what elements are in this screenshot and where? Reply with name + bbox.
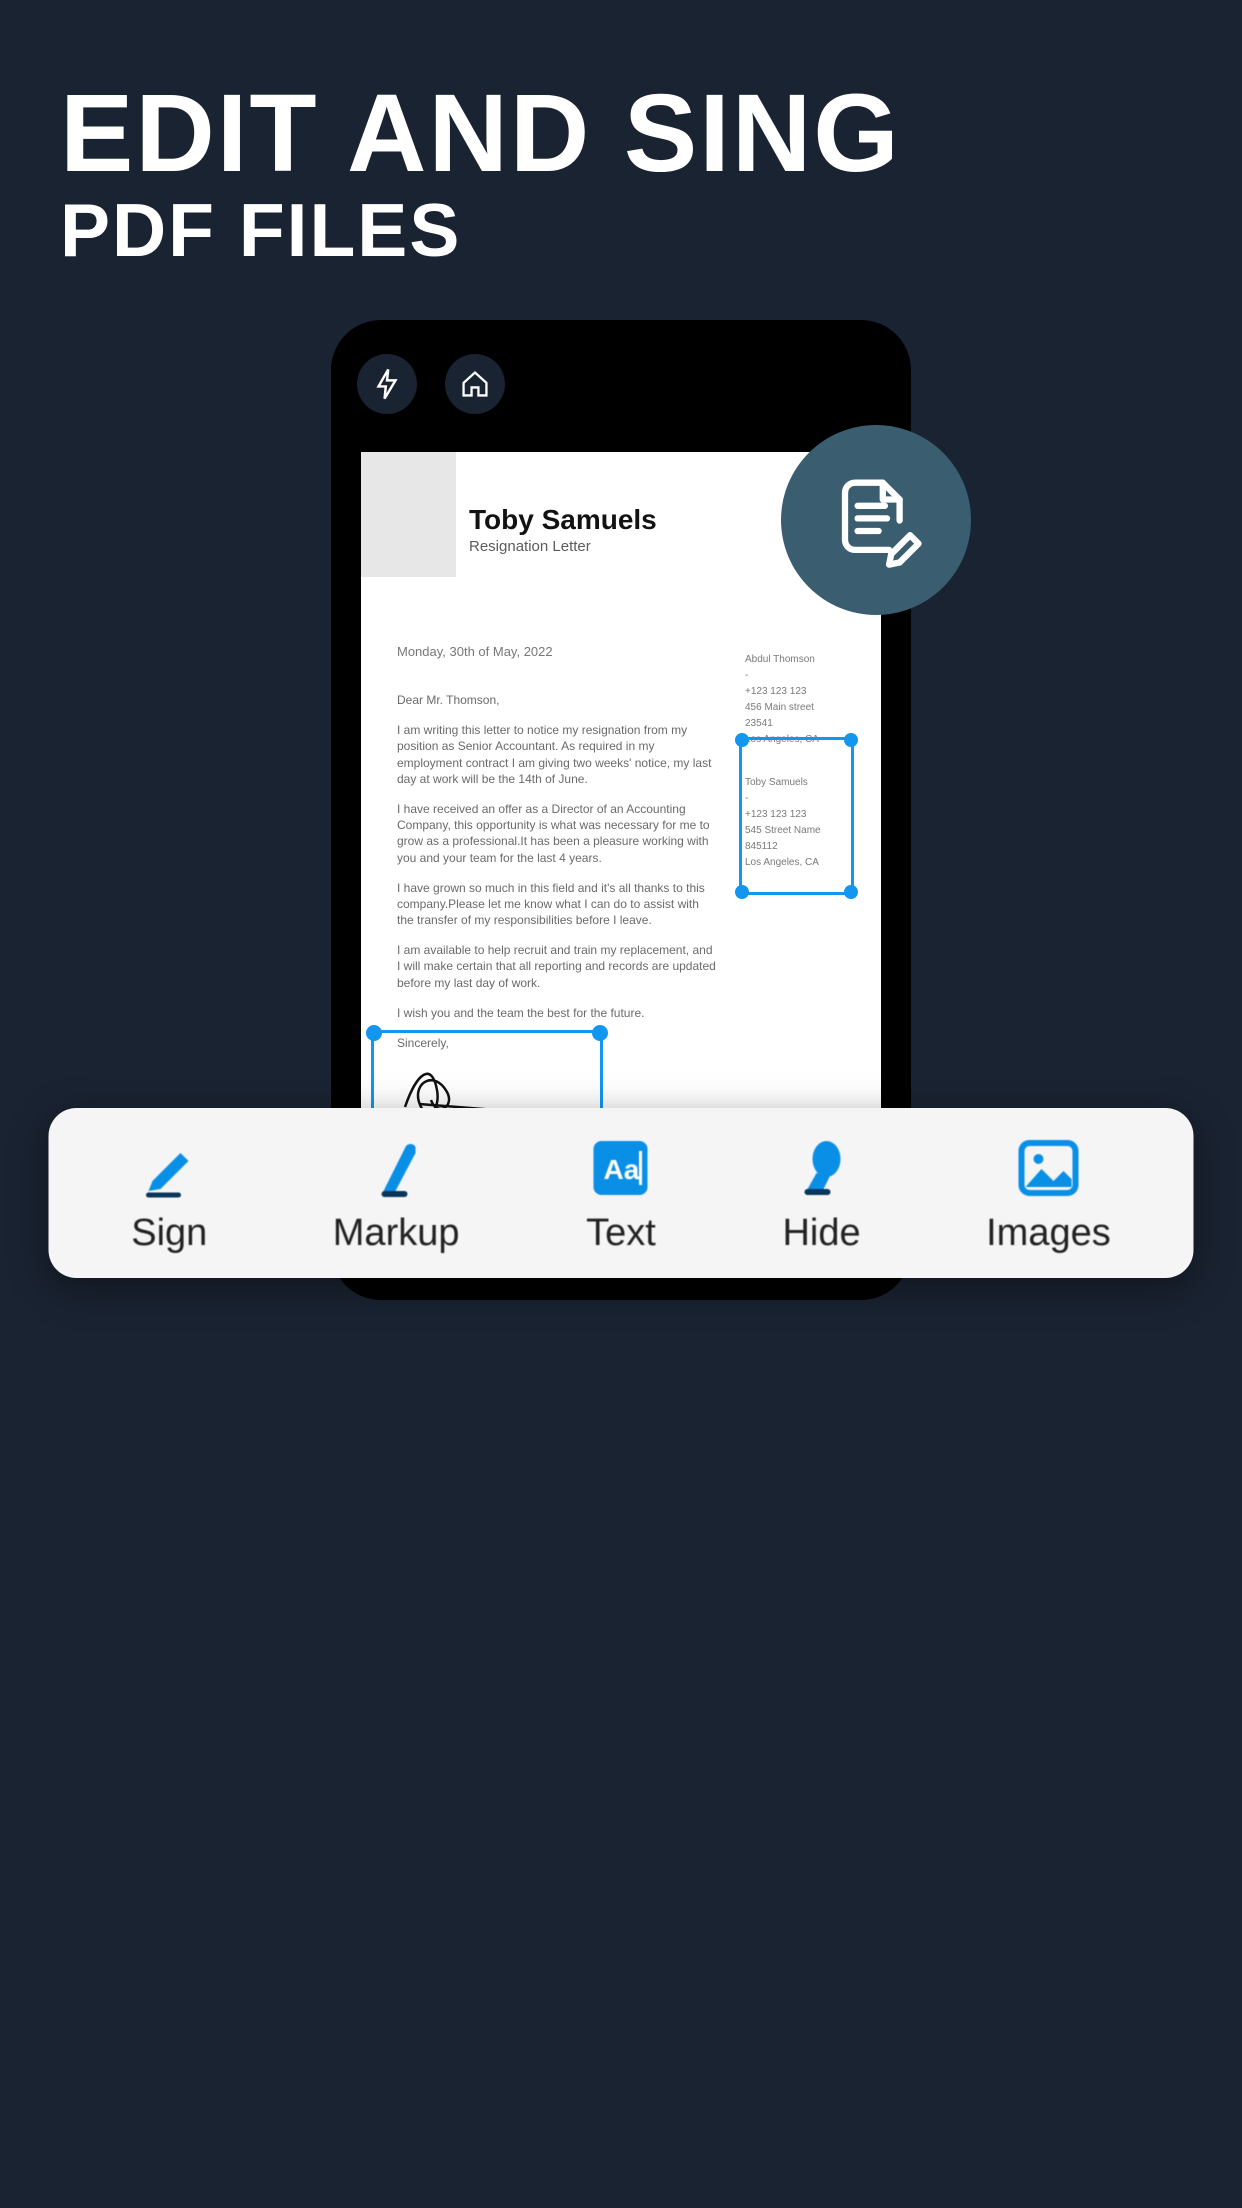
document-title: Toby Samuels [469,504,657,536]
flash-icon [372,367,402,401]
paragraph: I am writing this letter to notice my re… [397,722,717,787]
tool-text[interactable]: Aa Text [585,1132,657,1255]
tool-markup[interactable]: Markup [333,1132,460,1255]
selection-address[interactable] [739,737,854,895]
headline-top: EDIT AND SING [60,70,1182,197]
tool-images[interactable]: Images [986,1132,1111,1255]
tool-label: Images [986,1212,1111,1255]
document-subtitle: Resignation Letter [469,538,657,555]
edit-document-button[interactable] [781,425,971,615]
greeting: Dear Mr. Thomson, [397,692,717,708]
edit-toolbar: Sign Markup Aa Text Hide [49,1108,1194,1278]
images-icon [1012,1132,1084,1204]
svg-text:Aa: Aa [604,1154,640,1185]
paragraph: I wish you and the team the best for the… [397,1005,717,1021]
home-button[interactable] [445,354,505,414]
recipient-street: 456 Main street [745,700,855,715]
paragraph: I am available to help recruit and train… [397,942,717,991]
sign-icon [133,1132,205,1204]
text-icon: Aa [585,1132,657,1204]
tool-sign[interactable]: Sign [131,1132,207,1255]
resize-handle[interactable] [844,885,858,899]
hide-icon [786,1132,858,1204]
tool-label: Markup [333,1212,460,1255]
recipient-phone: +123 123 123 [745,684,855,699]
flash-button[interactable] [357,354,417,414]
resize-handle[interactable] [592,1025,608,1041]
tool-label: Text [586,1212,656,1255]
headline-sub: PDF FILES [60,187,1182,273]
resize-handle[interactable] [366,1025,382,1041]
tool-label: Sign [131,1212,207,1255]
tool-hide[interactable]: Hide [782,1132,860,1255]
markup-icon [360,1132,432,1204]
header-placeholder [361,452,456,577]
paragraph: I have grown so much in this field and i… [397,880,717,929]
recipient-zip: 23541 [745,716,855,731]
top-icon-row [353,342,889,414]
paragraph: I have received an offer as a Director o… [397,801,717,866]
resize-handle[interactable] [735,733,749,747]
recipient-block: Abdul Thomson - +123 123 123 456 Main st… [745,652,855,747]
resize-handle[interactable] [844,733,858,747]
headline: EDIT AND SING PDF FILES [0,0,1242,273]
tool-label: Hide [782,1212,860,1255]
edit-document-icon [824,468,929,573]
recipient-name: Abdul Thomson [745,652,855,667]
home-icon [459,368,491,400]
resize-handle[interactable] [735,885,749,899]
recipient-dash: - [745,668,855,683]
document-date: Monday, 30th of May, 2022 [397,644,553,659]
document-body: Dear Mr. Thomson, I am writing this lett… [397,692,717,1065]
